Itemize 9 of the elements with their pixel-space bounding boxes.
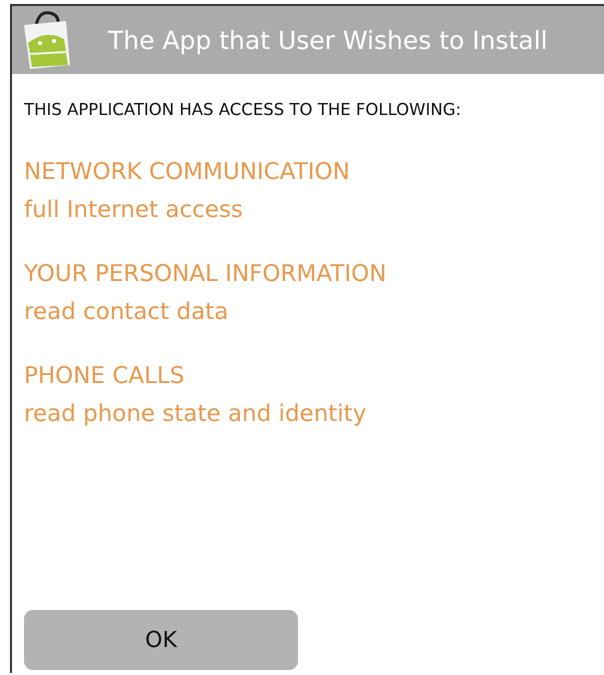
permission-detail: read contact data: [24, 299, 230, 325]
ok-button[interactable]: OK: [24, 610, 298, 670]
permission-detail: full Internet access: [24, 197, 244, 223]
permission-group: YOUR PERSONAL INFORMATION: [24, 261, 604, 287]
permission-group: PHONE CALLS: [24, 363, 604, 389]
dialog-title: The App that User Wishes to Install: [108, 26, 548, 54]
permission-group: NETWORK COMMUNICATION: [24, 159, 604, 185]
permission-detail: read phone state and identity: [24, 401, 368, 427]
permissions-heading: THIS APPLICATION HAS ACCESS TO THE FOLLOWING:: [24, 100, 462, 119]
